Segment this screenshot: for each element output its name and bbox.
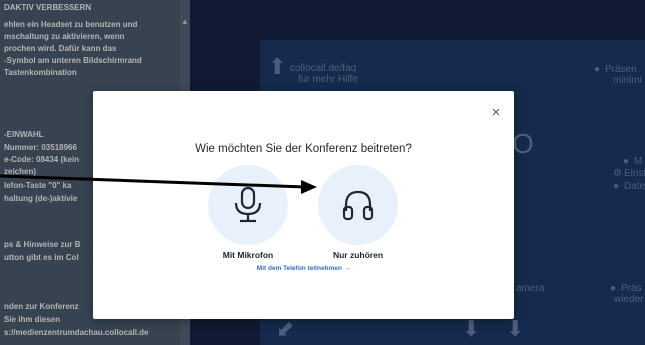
join-with-microphone-button[interactable]: Mit Mikrofon (208, 165, 288, 260)
headphones-icon (342, 190, 374, 221)
dialog-title: Wie möchten Sie der Konferenz beitreten? (195, 143, 412, 155)
listen-only-button[interactable]: Nur zuhören (318, 165, 398, 260)
join-conference-dialog: × Wie möchten Sie der Konferenz beitrete… (93, 91, 514, 319)
listen-only-option-circle[interactable] (318, 165, 398, 245)
close-icon[interactable]: × (488, 105, 504, 121)
join-by-phone-link[interactable]: Mit dem Telefon teilnehmen → (93, 265, 514, 272)
listen-only-option-label: Nur zuhören (332, 250, 384, 260)
microphone-icon (234, 186, 262, 223)
microphone-option-label: Mit Mikrofon (222, 250, 274, 260)
microphone-option-circle[interactable] (208, 165, 288, 245)
